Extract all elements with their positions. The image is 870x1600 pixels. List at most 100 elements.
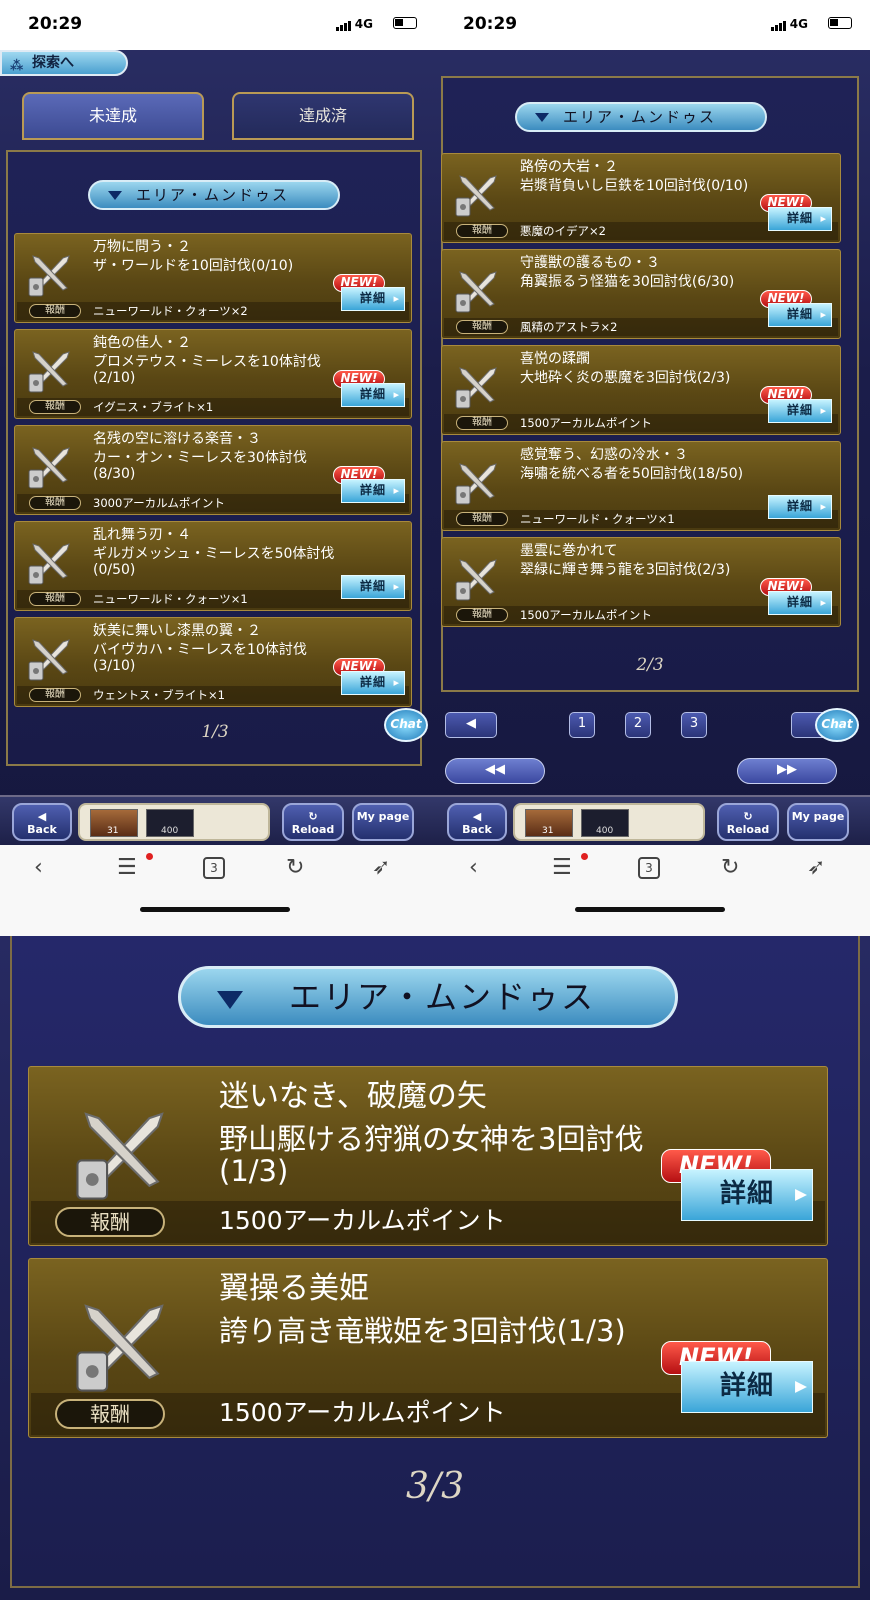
mission-card[interactable]: 守護獣の護るもの・３ 角翼振るう怪猫を30回討伐(6/30) 報酬 風精のアストラ×2… [441,249,841,339]
arrow-right-icon: ▶ [393,486,400,495]
back-button[interactable]: ◀ Back [12,803,72,841]
area-header[interactable]: エリア・ムンドゥス [88,180,340,210]
area-header-label: エリア・ムンドゥス [289,978,596,1016]
game-bottom-bar: ◀ Back 31 400 ↻ Reload My page [435,795,870,845]
network-label: 4G [354,17,373,31]
status-strip: 31 400 [513,803,705,841]
mypage-button[interactable]: My page [787,803,849,841]
tabs-icon[interactable]: 3 [203,857,225,879]
mission-card[interactable]: 感覚奪う、幻惑の冷水・３ 海嘯を統べる者を50回討伐(18/50) 報酬 ニューワール… [441,441,841,531]
reward-label: 報酬 [29,496,81,510]
tab-incomplete[interactable]: 未達成 [22,92,204,140]
mission-card[interactable]: 名残の空に溶ける楽音・３ カー・オン・ミーレスを30体討伐(8/30) 報酬 3000… [14,425,412,515]
detail-button[interactable]: 詳細 ▶ [341,479,405,503]
refresh-icon[interactable]: ↻ [286,855,304,880]
detail-button[interactable]: 詳細 ▶ [341,383,405,407]
chat-button[interactable]: Chat [815,708,859,742]
back-chevron-icon[interactable]: ‹ [34,855,43,880]
mission-card[interactable]: 万物に問う・２ ザ・ワールドを10回討伐(0/10) 報酬 ニューワールド・クォーツ×… [14,233,412,323]
reward-label: 報酬 [456,320,508,334]
first-page-button[interactable]: ◀◀ [445,758,545,784]
mission-card[interactable]: 妖美に舞いし漆黒の翼・２ バイヴカハ・ミーレスを10体討伐(3/10) 報酬 ウェント… [14,617,412,707]
reload-button[interactable]: ↻ Reload [717,803,779,841]
reward-text: ニューワールド・クォーツ×2 [93,304,248,318]
mission-card[interactable]: 鈍色の佳人・２ プロメテウス・ミーレスを10体討伐(2/10) 報酬 イグニス・ブライ… [14,329,412,419]
explore-button[interactable]: ⁂ 探索へ [0,50,128,76]
item-thumbnail: 400 [146,809,194,837]
reload-label: Reload [291,823,335,836]
back-button[interactable]: ◀ Back [447,803,507,841]
back-label: Back [27,823,57,836]
reward-text: 1500アーカルムポイント [219,1398,506,1427]
arrow-right-icon: ▶ [393,678,400,687]
mission-card[interactable]: 乱れ舞う刃・４ ギルガメッシュ・ミーレスを50体討伐(0/50) 報酬 ニューワールド… [14,521,412,611]
mission-card[interactable]: 路傍の大岩・２ 岩漿背負いし巨鉄を10回討伐(0/10) 報酬 悪魔のイデア×2 NEW… [441,153,841,243]
detail-button[interactable]: 詳細 ▶ [341,671,405,695]
mypage-label: My page [356,810,410,823]
mission-description: 海嘯を統べる者を50回討伐(18/50) [520,466,744,482]
mission-title: 鈍色の佳人・２ [93,335,191,351]
mission-card[interactable]: 喜悦の蹂躙 大地砕く炎の悪魔を3回討伐(2/3) 報酬 1500アーカルムポイント NE… [441,345,841,435]
back-chevron-icon[interactable]: ‹ [469,855,478,880]
crossed-swords-icon [25,536,77,588]
crossed-swords-icon [452,168,504,220]
page-button-3[interactable]: 3 [681,712,707,738]
crossed-swords-icon [25,632,77,684]
zoomed-screen: エリア・ムンドゥス 迷いなき、破魔の矢 野山駆ける狩猟の女神を3回討伐(1/3) 報… [0,936,870,1600]
detail-button[interactable]: 詳細 ▶ [768,399,832,423]
last-page-button[interactable]: ▶▶ [737,758,837,784]
page-indicator: 3/3 [380,1466,490,1507]
mission-title: 墨雲に巻かれて [520,543,618,559]
status-bar: 20:29 4G [435,0,870,50]
reward-text: 1500アーカルムポイント [219,1206,506,1235]
page-button-2-label: 2 [633,716,643,731]
crossed-swords-icon [25,440,77,492]
prev-page-button[interactable]: ◀ [445,712,497,738]
detail-button[interactable]: 詳細 ▶ [681,1169,813,1221]
rocket-icon[interactable]: ➶ [807,855,825,880]
arrow-right-icon: ▶ [393,294,400,303]
refresh-icon[interactable]: ↻ [721,855,739,880]
crossed-swords-icon [452,456,504,508]
mission-description: 大地砕く炎の悪魔を3回討伐(2/3) [520,370,731,386]
rocket-icon[interactable]: ➶ [372,855,390,880]
mission-title: 喜悦の蹂躙 [520,351,590,367]
page-indicator-text: 1/3 [201,722,229,742]
tab-complete[interactable]: 達成済 [232,92,414,140]
reload-button[interactable]: ↻ Reload [282,803,344,841]
battery-icon [393,17,417,29]
detail-button[interactable]: 詳細 ▶ [341,575,405,599]
area-header[interactable]: エリア・ムンドゥス [515,102,767,132]
reward-text: 1500アーカルムポイント [520,416,652,430]
crossed-swords-icon [452,360,504,412]
mypage-button[interactable]: My page [352,803,414,841]
mission-description: 岩漿背負いし巨鉄を10回討伐(0/10) [520,178,749,194]
chat-button[interactable]: Chat [384,708,428,742]
reward-label: 報酬 [55,1399,165,1429]
triangle-down-icon [217,991,243,1009]
detail-button[interactable]: 詳細 ▶ [768,495,832,519]
crossed-swords-icon [452,552,504,604]
detail-button[interactable]: 詳細 ▶ [768,207,832,231]
detail-button[interactable]: 詳細 ▶ [768,591,832,615]
menu-icon[interactable]: ☰ [552,855,572,880]
mission-card[interactable]: 迷いなき、破魔の矢 野山駆ける狩猟の女神を3回討伐(1/3) 報酬 1500アーカルム… [28,1066,828,1246]
area-header[interactable]: エリア・ムンドゥス [178,966,678,1028]
arrow-right-icon: ▶ [820,406,827,415]
mission-card[interactable]: 墨雲に巻かれて 翠緑に輝き舞う龍を3回討伐(2/3) 報酬 1500アーカルムポイント… [441,537,841,627]
mission-card[interactable]: 翼操る美姫 誇り高き竜戦姫を3回討伐(1/3) 報酬 1500アーカルムポイント NEW… [28,1258,828,1438]
signal-indicator: 4G [335,17,373,31]
mission-title: 守護獣の護るもの・３ [520,255,660,271]
tabs-icon[interactable]: 3 [638,857,660,879]
detail-button[interactable]: 詳細 ▶ [341,287,405,311]
detail-label: 詳細 [786,403,813,417]
mission-title: 名残の空に溶ける楽音・３ [93,431,261,447]
page-button-1[interactable]: 1 [569,712,595,738]
tab-incomplete-label: 未達成 [88,106,137,125]
detail-button[interactable]: 詳細 ▶ [681,1361,813,1413]
reward-text: 悪魔のイデア×2 [520,224,606,238]
detail-button[interactable]: 詳細 ▶ [768,303,832,327]
page-button-2[interactable]: 2 [625,712,651,738]
reward-label: 報酬 [456,224,508,238]
menu-icon[interactable]: ☰ [117,855,137,880]
